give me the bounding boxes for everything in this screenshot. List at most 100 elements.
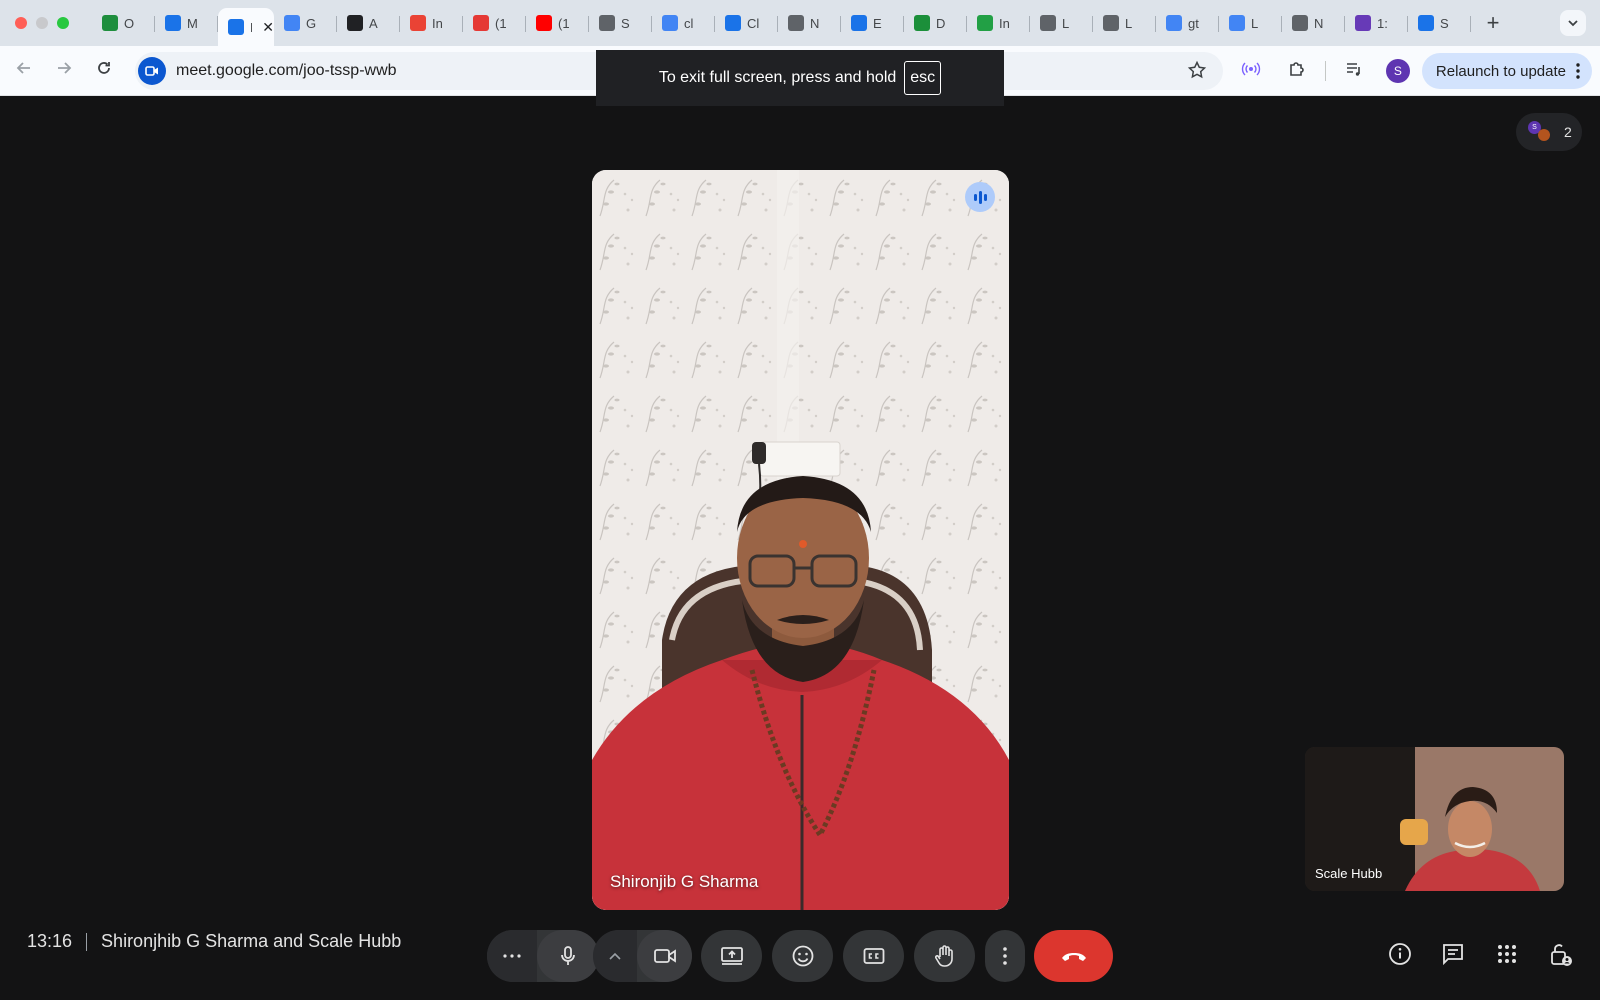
tab-title: L <box>1251 15 1259 31</box>
chat-button[interactable] <box>1441 942 1465 971</box>
browser-tab[interactable]: S <box>1408 8 1471 38</box>
tab-title: N <box>810 15 820 31</box>
meet-site-icon[interactable] <box>138 57 166 85</box>
browser-tab[interactable]: (1 <box>526 8 589 38</box>
toolbar-divider <box>1324 61 1326 81</box>
browser-tab[interactable]: 1: <box>1345 8 1408 38</box>
info-icon <box>1389 943 1411 965</box>
gmail-icon <box>410 15 426 31</box>
audio-options-button[interactable] <box>487 930 537 982</box>
playlist-music-icon <box>1346 62 1360 76</box>
back-button[interactable] <box>4 59 44 83</box>
more-options-button[interactable] <box>985 930 1025 982</box>
camera-button[interactable] <box>637 930 692 982</box>
globe-icon <box>1103 15 1119 31</box>
raise-hand-button[interactable] <box>914 930 975 982</box>
browser-tab[interactable]: M✕ <box>218 8 274 46</box>
present-screen-button[interactable] <box>701 930 762 982</box>
activities-button[interactable] <box>1495 942 1519 971</box>
browser-tab[interactable]: G <box>274 8 337 38</box>
tab-title: D <box>936 15 946 31</box>
more-horiz-icon <box>503 954 521 958</box>
tab-title: M <box>250 20 252 35</box>
video-options-button[interactable] <box>593 930 637 982</box>
present-screen-icon <box>720 947 743 965</box>
close-window-button[interactable] <box>15 17 27 29</box>
hang-up-icon <box>1061 953 1086 961</box>
browser-tab[interactable]: N <box>1282 8 1345 38</box>
browser-tab[interactable]: In <box>967 8 1030 38</box>
speaker-video-feed <box>592 170 1009 910</box>
main-speaker-tile[interactable]: Shironjib G Sharma <box>592 170 1009 910</box>
browser-tab[interactable]: gt <box>1156 8 1219 38</box>
video-control-group <box>593 930 692 982</box>
video-camera-icon <box>145 66 158 76</box>
forward-button[interactable] <box>44 59 84 83</box>
globe-icon <box>599 15 615 31</box>
relaunch-to-update-button[interactable]: Relaunch to update <box>1421 53 1592 89</box>
tab-title: cl <box>684 15 694 31</box>
browser-tab[interactable]: L <box>1030 8 1093 38</box>
more-vert-icon <box>1576 63 1580 79</box>
speaking-indicator <box>965 182 995 212</box>
tab-title: L <box>1062 15 1070 31</box>
bookmark-star-button[interactable] <box>1187 60 1207 86</box>
fullscreen-toast-message: To exit full screen, press and hold <box>658 69 897 86</box>
browser-tab[interactable]: A <box>337 8 400 38</box>
meet-stage: S 2 Shironjib G Sharma Scale Hubb <box>0 97 1600 1000</box>
browser-tab[interactable]: (1 <box>463 8 526 38</box>
reload-button[interactable] <box>84 59 124 83</box>
chrome-icon <box>1292 15 1308 31</box>
host-controls-button[interactable] <box>1549 942 1573 973</box>
self-view-tile[interactable]: Scale Hubb <box>1305 747 1564 891</box>
fullscreen-exit-toast: To exit full screen, press and hold esc <box>596 50 1004 106</box>
participant-count-badge[interactable]: S 2 <box>1516 113 1582 151</box>
tab-title: E <box>873 15 882 31</box>
url-text: meet.google.com/joo-tssp-wwb <box>176 62 397 79</box>
meeting-details-button[interactable] <box>1388 942 1412 971</box>
main-speaker-name: Shironjib G Sharma <box>610 872 759 891</box>
tab-strip: OMM✕GAIn(1(1SclClNEDInLLgtLN1:S + <box>0 0 1600 46</box>
browser-tab[interactable]: S <box>589 8 652 38</box>
browser-tab[interactable]: E <box>841 8 904 38</box>
smiley-icon <box>792 945 813 967</box>
browser-tab[interactable]: In <box>400 8 463 38</box>
puzzle-icon <box>851 15 867 31</box>
browser-tab[interactable]: L <box>1093 8 1156 38</box>
captions-button[interactable] <box>843 930 904 982</box>
tab-title: O <box>124 15 135 31</box>
chevron-up-icon <box>609 952 621 960</box>
fullscreen-window-button[interactable] <box>57 17 69 29</box>
cast-broadcast-button[interactable] <box>1231 59 1271 84</box>
tab-search-button[interactable] <box>1560 10 1586 36</box>
docs-icon <box>284 15 300 31</box>
toolbar-actions: S Relaunch to update <box>1231 46 1600 96</box>
minimize-window-button[interactable] <box>36 17 48 29</box>
browser-tab[interactable]: Cl <box>715 8 778 38</box>
extensions-button[interactable] <box>1277 59 1317 84</box>
reload-icon <box>98 61 110 74</box>
broadcast-icon <box>1241 62 1261 75</box>
browser-tab[interactable]: M <box>155 8 218 38</box>
browser-tab[interactable]: N <box>778 8 841 38</box>
participant-avatars: S <box>1528 121 1550 143</box>
leave-call-button[interactable] <box>1034 930 1113 982</box>
close-tab-icon[interactable]: ✕ <box>262 19 274 36</box>
browser-tab[interactable]: O <box>92 8 155 38</box>
browser-tab[interactable]: cl <box>652 8 715 38</box>
c-icon <box>473 15 489 31</box>
tab-title: L <box>1125 15 1133 31</box>
media-control-button[interactable] <box>1334 59 1374 84</box>
new-tab-button[interactable]: + <box>1481 10 1505 36</box>
tab-title: In <box>432 15 443 31</box>
browser-tab[interactable]: D <box>904 8 967 38</box>
raise-hand-icon <box>934 945 953 967</box>
google-icon <box>662 15 678 31</box>
video-camera-icon <box>653 949 676 963</box>
profile-avatar-button[interactable]: S <box>1385 59 1410 83</box>
reactions-button[interactable] <box>772 930 833 982</box>
browser-tab[interactable]: L <box>1219 8 1282 38</box>
closed-captions-icon <box>863 948 884 964</box>
lock-person-icon <box>1551 944 1572 966</box>
microphone-button[interactable] <box>537 930 599 982</box>
